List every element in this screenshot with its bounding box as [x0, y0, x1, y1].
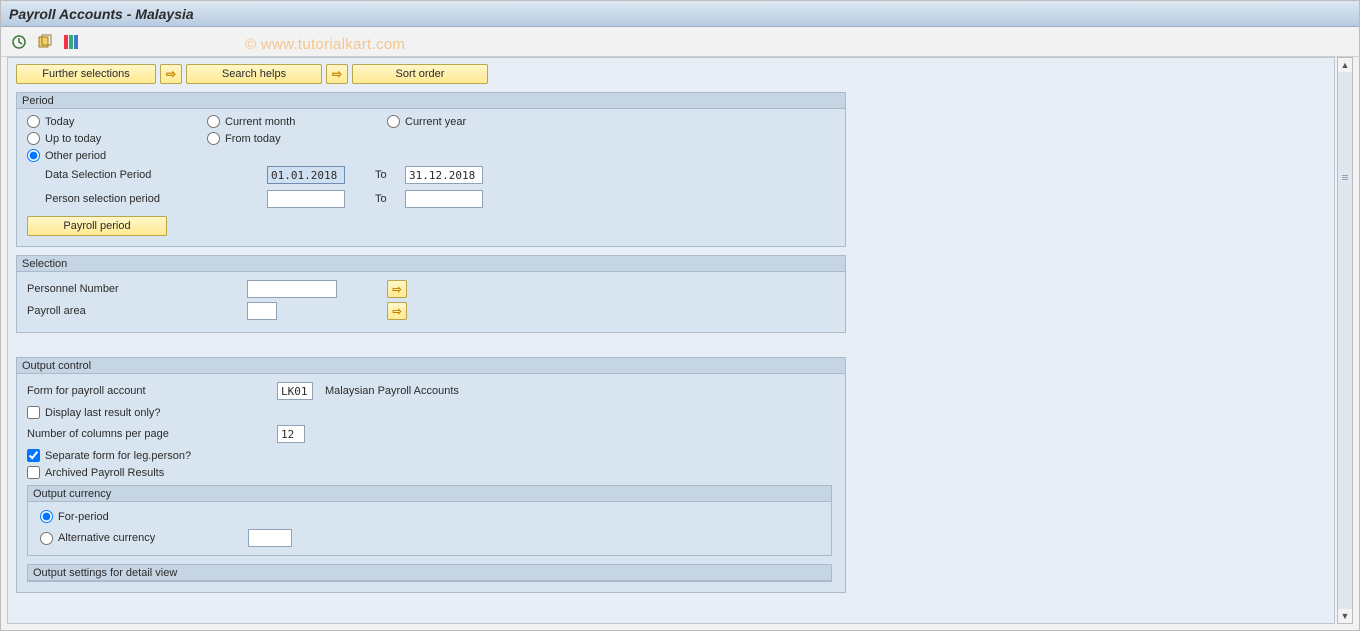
output-currency-group: Output currency For-period Alternative c… [27, 485, 832, 556]
further-selections-label: Further selections [42, 68, 129, 80]
archived-results-label: Archived Payroll Results [45, 467, 164, 479]
button-bar: Further selections ⇨ Search helps ⇨ Sort… [8, 58, 1334, 90]
arrow-right-icon: ⇨ [392, 305, 401, 318]
scroll-down-icon[interactable]: ▼ [1338, 609, 1352, 623]
selection-screen: Further selections ⇨ Search helps ⇨ Sort… [7, 57, 1335, 624]
search-helps-label: Search helps [222, 68, 286, 80]
output-control-title: Output control [17, 358, 845, 374]
watermark-text: © www.tutorialkart.com [245, 36, 405, 53]
output-currency-title: Output currency [28, 486, 831, 502]
radio-from-today[interactable]: From today [207, 132, 387, 145]
execute-icon[interactable] [11, 34, 27, 50]
color-legend-icon[interactable] [63, 34, 79, 50]
output-control-body: Form for payroll account Malaysian Payro… [17, 374, 845, 592]
sort-order-arrow-button[interactable]: ⇨ [326, 64, 348, 84]
person-selection-period-label: Person selection period [27, 193, 267, 205]
radio-current-year-label: Current year [405, 116, 466, 128]
radio-current-year[interactable]: Current year [387, 115, 567, 128]
personnel-number-label: Personnel Number [27, 283, 247, 295]
search-helps-arrow-button[interactable]: ⇨ [160, 64, 182, 84]
output-settings-detail-title: Output settings for detail view [28, 565, 831, 581]
form-for-payroll-input[interactable] [277, 382, 313, 400]
period-group-body: Today Current month Current year Up to t… [17, 109, 845, 246]
get-variant-icon[interactable] [37, 34, 53, 50]
payroll-period-wrap: Payroll period [27, 210, 835, 236]
archived-results-checkbox[interactable]: Archived Payroll Results [27, 466, 835, 479]
output-control-group: Output control Form for payroll account … [16, 357, 846, 593]
display-last-result-label: Display last result only? [45, 407, 161, 419]
to-label: To [345, 193, 405, 205]
window-title: Payroll Accounts - Malaysia [9, 6, 194, 22]
radio-for-period-label: For-period [58, 511, 109, 523]
payroll-area-label: Payroll area [27, 305, 247, 317]
radio-other-period[interactable]: Other period [27, 149, 207, 162]
num-cols-row: Number of columns per page [27, 423, 835, 445]
further-selections-button[interactable]: Further selections [16, 64, 156, 84]
num-cols-label: Number of columns per page [27, 428, 277, 440]
sort-order-button[interactable]: Sort order [352, 64, 488, 84]
window-titlebar: Payroll Accounts - Malaysia [1, 1, 1359, 27]
radio-alternative-currency[interactable]: Alternative currency [40, 532, 240, 545]
form-for-payroll-row: Form for payroll account Malaysian Payro… [27, 380, 835, 402]
data-selection-from-input[interactable] [267, 166, 345, 184]
person-selection-period-row: Person selection period To [27, 188, 835, 210]
scroll-grip-icon [1338, 135, 1352, 220]
output-currency-body: For-period Alternative currency [28, 502, 831, 555]
radio-current-month-label: Current month [225, 116, 295, 128]
data-selection-period-label: Data Selection Period [27, 169, 267, 181]
radio-today-label: Today [45, 116, 74, 128]
radio-from-today-label: From today [225, 133, 281, 145]
personnel-number-multiple-button[interactable]: ⇨ [387, 280, 407, 298]
search-helps-button[interactable]: Search helps [186, 64, 322, 84]
form-for-payroll-desc: Malaysian Payroll Accounts [325, 385, 459, 397]
payroll-period-label: Payroll period [63, 220, 130, 232]
alternative-currency-input[interactable] [248, 529, 292, 547]
period-group-title: Period [17, 93, 845, 109]
vertical-scrollbar[interactable]: ▲ ▼ [1337, 57, 1353, 624]
personnel-number-row: Personnel Number ⇨ [27, 278, 835, 300]
payroll-area-row: Payroll area ⇨ [27, 300, 835, 322]
radio-alternative-currency-label: Alternative currency [58, 532, 155, 544]
app-window: Payroll Accounts - Malaysia © www.tutori… [0, 0, 1360, 631]
person-selection-to-input[interactable] [405, 190, 483, 208]
person-selection-from-input[interactable] [267, 190, 345, 208]
separate-form-label: Separate form for leg.person? [45, 450, 191, 462]
radio-today[interactable]: Today [27, 115, 207, 128]
separate-form-checkbox[interactable]: Separate form for leg.person? [27, 449, 835, 462]
arrow-right-icon: ⇨ [166, 67, 176, 81]
radio-up-to-today[interactable]: Up to today [27, 132, 207, 145]
arrow-right-icon: ⇨ [392, 283, 401, 296]
radio-other-period-label: Other period [45, 150, 106, 162]
payroll-area-multiple-button[interactable]: ⇨ [387, 302, 407, 320]
scroll-up-icon[interactable]: ▲ [1338, 58, 1352, 72]
display-last-result-checkbox[interactable]: Display last result only? [27, 406, 835, 419]
data-selection-period-row: Data Selection Period To [27, 164, 835, 186]
personnel-number-input[interactable] [247, 280, 337, 298]
radio-up-to-today-label: Up to today [45, 133, 101, 145]
radio-current-month[interactable]: Current month [207, 115, 387, 128]
output-settings-detail-group: Output settings for detail view [27, 564, 832, 582]
selection-group: Selection Personnel Number ⇨ Payroll are… [16, 255, 846, 333]
arrow-right-icon: ⇨ [332, 67, 342, 81]
app-toolbar [1, 27, 1359, 57]
num-cols-input[interactable] [277, 425, 305, 443]
selection-group-body: Personnel Number ⇨ Payroll area ⇨ [17, 272, 845, 332]
payroll-period-button[interactable]: Payroll period [27, 216, 167, 236]
payroll-area-input[interactable] [247, 302, 277, 320]
period-group: Period Today Current month Current year … [16, 92, 846, 247]
selection-group-title: Selection [17, 256, 845, 272]
form-for-payroll-label: Form for payroll account [27, 385, 277, 397]
radio-for-period[interactable]: For-period [40, 510, 819, 523]
watermark: © www.tutorialkart.com [241, 36, 405, 53]
sort-order-label: Sort order [396, 68, 445, 80]
period-radios: Today Current month Current year Up to t… [27, 115, 835, 162]
scroll-track[interactable] [1338, 72, 1352, 609]
data-selection-to-input[interactable] [405, 166, 483, 184]
to-label: To [345, 169, 405, 181]
